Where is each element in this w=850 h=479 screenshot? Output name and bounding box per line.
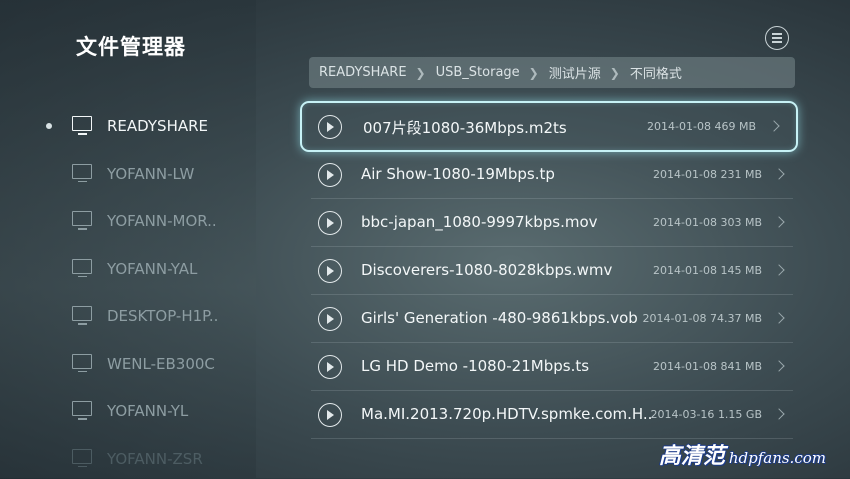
- monitor-icon: [72, 211, 94, 231]
- monitor-icon: [72, 448, 94, 469]
- file-size: 145 MB: [720, 264, 762, 277]
- file-size: 841 MB: [720, 360, 762, 373]
- file-size: 303 MB: [720, 216, 762, 229]
- file-date: 2014-01-08: [653, 216, 717, 229]
- file-date: 2014-01-08: [653, 168, 717, 181]
- device-label: WENL-EB300C: [107, 354, 215, 373]
- device-item[interactable]: YOFANN-LW: [0, 154, 256, 194]
- breadcrumb-item[interactable]: 测试片源: [539, 63, 601, 82]
- breadcrumb: READYSHARE ❯ USB_Storage ❯ 测试片源 ❯ 不同格式: [309, 57, 795, 88]
- file-row[interactable]: Ma.MI.2013.720p.HDTV.spmke.com.H.. 2014-0…: [309, 391, 795, 439]
- file-size: 74.37 MB: [709, 312, 762, 325]
- watermark: 高清范 hdpfans.com: [658, 438, 826, 469]
- file-size: 231 MB: [720, 168, 762, 181]
- file-meta: 2014-01-08 469 MB: [647, 120, 756, 133]
- play-icon: [318, 403, 342, 427]
- device-label: YOFANN-YAL: [107, 259, 198, 278]
- play-icon: [318, 259, 342, 283]
- file-name: Girls' Generation -480-9861kbps.vob: [361, 309, 638, 327]
- device-label: YOFANN-MOR..: [107, 212, 217, 230]
- file-date: 2014-01-08: [653, 360, 717, 373]
- file-date: 2014-01-08: [642, 312, 707, 325]
- device-item[interactable]: YOFANN-YAL: [0, 249, 256, 289]
- monitor-icon: [72, 353, 94, 374]
- breadcrumb-separator-icon: ❯: [415, 65, 426, 80]
- device-item[interactable]: READYSHARE: [0, 106, 256, 146]
- device-item[interactable]: WENL-EB300C: [0, 344, 256, 384]
- file-date: 2014-01-08: [647, 120, 711, 133]
- file-name: Air Show-1080-19Mbps.tp: [361, 165, 555, 183]
- play-icon: [318, 307, 342, 331]
- chevron-right-icon: [773, 312, 785, 324]
- device-item[interactable]: YOFANN-YL: [0, 391, 256, 431]
- file-meta: 2014-01-08 74.37 MB: [643, 312, 762, 325]
- file-date: 2014-01-08: [653, 264, 717, 277]
- watermark-cn: 高清范: [658, 444, 725, 469]
- monitor-icon: [72, 401, 94, 421]
- file-meta: 2014-01-08 231 MB: [653, 168, 762, 181]
- chevron-right-icon: [773, 408, 785, 420]
- file-size: 469 MB: [714, 120, 756, 133]
- file-name: Discoverers-1080-8028kbps.wmv: [361, 261, 613, 279]
- active-dot-indicator: [46, 123, 52, 129]
- file-meta: 2014-01-08 303 MB: [653, 216, 762, 229]
- file-meta: 2014-01-08 841 MB: [653, 360, 762, 373]
- monitor-icon: [72, 116, 94, 136]
- play-icon: [318, 355, 342, 379]
- breadcrumb-item[interactable]: READYSHARE: [309, 65, 407, 80]
- device-label: YOFANN-YL: [107, 402, 189, 420]
- device-label: DESKTOP-H1P..: [107, 307, 219, 325]
- monitor-icon: [72, 258, 94, 279]
- chevron-right-icon: [773, 216, 785, 228]
- file-row[interactable]: Girls' Generation -480-9861kbps.vob 2014-…: [309, 295, 795, 343]
- chevron-right-icon: [773, 360, 785, 372]
- file-name: LG HD Demo -1080-21Mbps.ts: [361, 357, 590, 375]
- file-name: bbc-japan_1080-9997kbps.mov: [361, 213, 598, 231]
- watermark-en: hdpfans.com: [728, 449, 826, 467]
- breadcrumb-separator-icon: ❯: [528, 65, 539, 80]
- file-row[interactable]: Air Show-1080-19Mbps.tp 2014-01-08 231 MB: [309, 151, 795, 199]
- file-row[interactable]: 007片段1080-36Mbps.m2ts 2014-01-08 469 MB: [300, 101, 798, 152]
- file-row[interactable]: Discoverers-1080-8028kbps.wmv 2014-01-08 …: [309, 247, 795, 295]
- file-meta: 2014-01-08 145 MB: [653, 264, 762, 277]
- breadcrumb-item[interactable]: 不同格式: [620, 63, 682, 82]
- monitor-icon: [72, 163, 94, 184]
- app-title: 文件管理器: [76, 35, 186, 59]
- file-name: 007片段1080-36Mbps.m2ts: [363, 119, 567, 137]
- chevron-right-icon: [773, 168, 785, 180]
- device-item[interactable]: YOFANN-ZSR: [0, 439, 256, 479]
- device-item[interactable]: DESKTOP-H1P..: [0, 296, 256, 336]
- breadcrumb-item[interactable]: USB_Storage: [426, 65, 520, 80]
- file-row[interactable]: LG HD Demo -1080-21Mbps.ts 2014-01-08 841…: [309, 343, 795, 391]
- monitor-icon: [72, 306, 94, 326]
- file-row[interactable]: bbc-japan_1080-9997kbps.mov 2014-01-08 30…: [309, 199, 795, 247]
- chevron-right-icon: [768, 120, 780, 132]
- device-label: YOFANN-ZSR: [107, 449, 203, 468]
- device-label: READYSHARE: [107, 117, 209, 135]
- device-label: YOFANN-LW: [107, 164, 195, 183]
- play-icon: [318, 163, 342, 187]
- menu-icon[interactable]: [765, 26, 789, 50]
- file-size: 1.15 GB: [717, 408, 762, 421]
- chevron-right-icon: [773, 264, 785, 276]
- breadcrumb-separator-icon: ❯: [609, 65, 620, 80]
- file-meta: 2014-03-16 1.15 GB: [651, 408, 763, 421]
- device-item[interactable]: YOFANN-MOR..: [0, 201, 256, 241]
- play-icon: [318, 115, 342, 139]
- play-icon: [318, 211, 342, 235]
- file-date: 2014-03-16: [650, 408, 715, 421]
- file-name: Ma.MI.2013.720p.HDTV.spmke.com.H..: [361, 405, 653, 423]
